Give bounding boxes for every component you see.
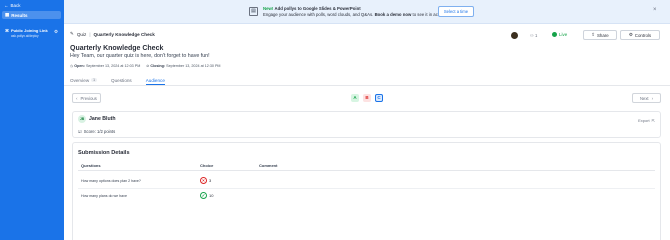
previous-button[interactable]: ‹ Previous — [72, 93, 101, 103]
banner-headline: Add pollys to Google Slides & PowerPoint — [274, 6, 361, 11]
edit-icon[interactable]: ✎ — [70, 31, 74, 37]
banner-body-bold: Book a demo now — [374, 12, 412, 17]
new-badge: New! — [263, 6, 274, 11]
tab-count-badge: 1 — [91, 78, 98, 82]
tab-audience[interactable]: Audience — [145, 75, 166, 85]
sidebar-item-label: Results — [11, 12, 28, 18]
schedule-meta: ◷ Open: September 13, 2024 at 12:03 PM ⊘… — [70, 64, 221, 68]
back-link[interactable]: ← Back — [4, 3, 21, 8]
tab-label: Questions — [111, 77, 132, 83]
tab-label: Overview — [70, 77, 90, 83]
settings-icon: ⚙ — [628, 32, 633, 37]
public-joining-link[interactable]: ⌘ Public Joining Link ask.pollyx.ai/depl… — [2, 28, 61, 41]
correct-icon: ✓ — [200, 192, 207, 199]
header-divider — [78, 170, 655, 171]
opened-label: Open: — [74, 64, 85, 68]
close-icon[interactable]: × — [653, 7, 657, 13]
sidebar: ← Back ▦ Results ⌘ Public Joining Link a… — [0, 0, 64, 240]
table-row: How many plans do we have ✓ 10 — [78, 189, 655, 203]
respondent-card: JB Jane Bluth ☑ Score: 1/2 points Export… — [72, 111, 661, 138]
respondent-thumb[interactable]: A — [351, 94, 359, 102]
back-label: Back — [10, 3, 21, 8]
choice-value: 10 — [209, 193, 214, 198]
participant-count: ⚇ 1 — [530, 33, 537, 38]
page-subtitle: Hey Team, our quarter quiz is here, don'… — [70, 53, 210, 59]
crumb-title: Quarterly Knowledge Check — [93, 31, 155, 37]
column-header-comment: Comment — [259, 163, 278, 168]
opened-value: September 13, 2024 at 12:03 PM — [85, 64, 141, 68]
share-icon: ⇪ — [591, 32, 595, 37]
export-icon: ⇱ — [651, 118, 655, 123]
select-time-button[interactable]: Select a time — [438, 6, 474, 17]
live-dot-icon — [552, 32, 557, 37]
next-button[interactable]: Next › — [632, 93, 661, 103]
closing-label: Closing: — [150, 64, 166, 68]
respondent-thumb-active[interactable]: C — [375, 94, 383, 102]
question-cell: How many plans do we have — [81, 194, 127, 198]
next-label: Next — [639, 95, 649, 101]
join-link-title: Public Joining Link — [11, 28, 48, 33]
participant-count-value: 1 — [534, 33, 538, 38]
status-label: Live — [559, 32, 568, 37]
question-cell: How many options does plan 2 have? — [81, 179, 141, 183]
share-label: Share — [596, 32, 609, 38]
results-icon: ▦ — [5, 12, 10, 17]
column-header-questions: Questions — [81, 163, 101, 168]
avatar[interactable] — [511, 32, 518, 39]
choice-cell: ✓ 10 — [200, 192, 213, 199]
crumb-type: Quiz — [76, 31, 87, 37]
section-title: Submission Details — [78, 150, 130, 156]
gear-icon[interactable]: ⚙ — [54, 29, 58, 35]
breadcrumb: ✎ Quiz | Quarterly Knowledge Check — [70, 31, 155, 37]
tab-label: Audience — [145, 77, 165, 83]
promo-banner: ▤ New! Add pollys to Google Slides & Pow… — [64, 0, 670, 24]
link-icon: ⌘ — [5, 28, 9, 33]
controls-button[interactable]: ⚙ Controls — [620, 30, 660, 40]
respondent-thumb[interactable]: B — [363, 94, 371, 102]
sidebar-item-results[interactable]: ▦ Results — [2, 11, 61, 19]
join-link-url: ask.pollyx.ai/deploy — [11, 34, 39, 38]
share-button[interactable]: ⇪ Share — [583, 30, 617, 40]
stop-icon: ⊘ — [146, 64, 150, 68]
slides-icon: ▤ — [249, 7, 258, 16]
score: ☑ Score: 1/2 points — [78, 129, 115, 134]
table-row: How many options does plan 2 have? × 3 — [78, 174, 655, 189]
choice-cell: × 3 — [200, 177, 211, 184]
crumb-separator: | — [89, 31, 91, 37]
opened-info: ◷ Open: September 13, 2024 at 12:03 PM — [70, 64, 140, 68]
score-text: Score: 1/2 points — [83, 129, 116, 134]
column-header-choice: Choice — [200, 163, 214, 168]
previous-label: Previous — [80, 95, 97, 101]
users-icon: ⚇ — [530, 33, 534, 38]
tab-divider — [64, 85, 670, 86]
choice-value: 3 — [209, 178, 212, 183]
tab-bar: Overview 1 Questions Audience — [70, 75, 166, 85]
chevron-right-icon: › — [651, 95, 654, 101]
score-icon: ☑ — [78, 129, 82, 134]
banner-text: New! Add pollys to Google Slides & Power… — [263, 6, 446, 18]
arrow-left-icon: ← — [4, 3, 9, 8]
tab-overview[interactable]: Overview 1 — [70, 75, 98, 85]
tab-questions[interactable]: Questions — [111, 75, 132, 85]
controls-label: Controls — [634, 32, 652, 38]
closing-info: ⊘ Closing: September 13, 2024 at 12:30 P… — [146, 64, 220, 68]
closing-value: September 13, 2024 at 12:30 PM — [166, 64, 221, 68]
chevron-left-icon: ‹ — [76, 95, 78, 101]
status-badge: Live — [552, 32, 567, 37]
export-label: Export — [638, 118, 650, 123]
submission-details: Submission Details Questions Choice Comm… — [72, 142, 661, 240]
incorrect-icon: × — [200, 177, 207, 184]
respondent-name: Jane Bluth — [89, 116, 116, 122]
page-title: Quarterly Knowledge Check — [70, 45, 164, 52]
clock-icon: ◷ — [70, 64, 74, 68]
avatar: JB — [78, 115, 86, 123]
export-button[interactable]: Export ⇱ — [638, 118, 655, 123]
respondent-switcher: A B C — [351, 94, 383, 102]
banner-body: Engage your audience with polls, word cl… — [263, 12, 374, 17]
